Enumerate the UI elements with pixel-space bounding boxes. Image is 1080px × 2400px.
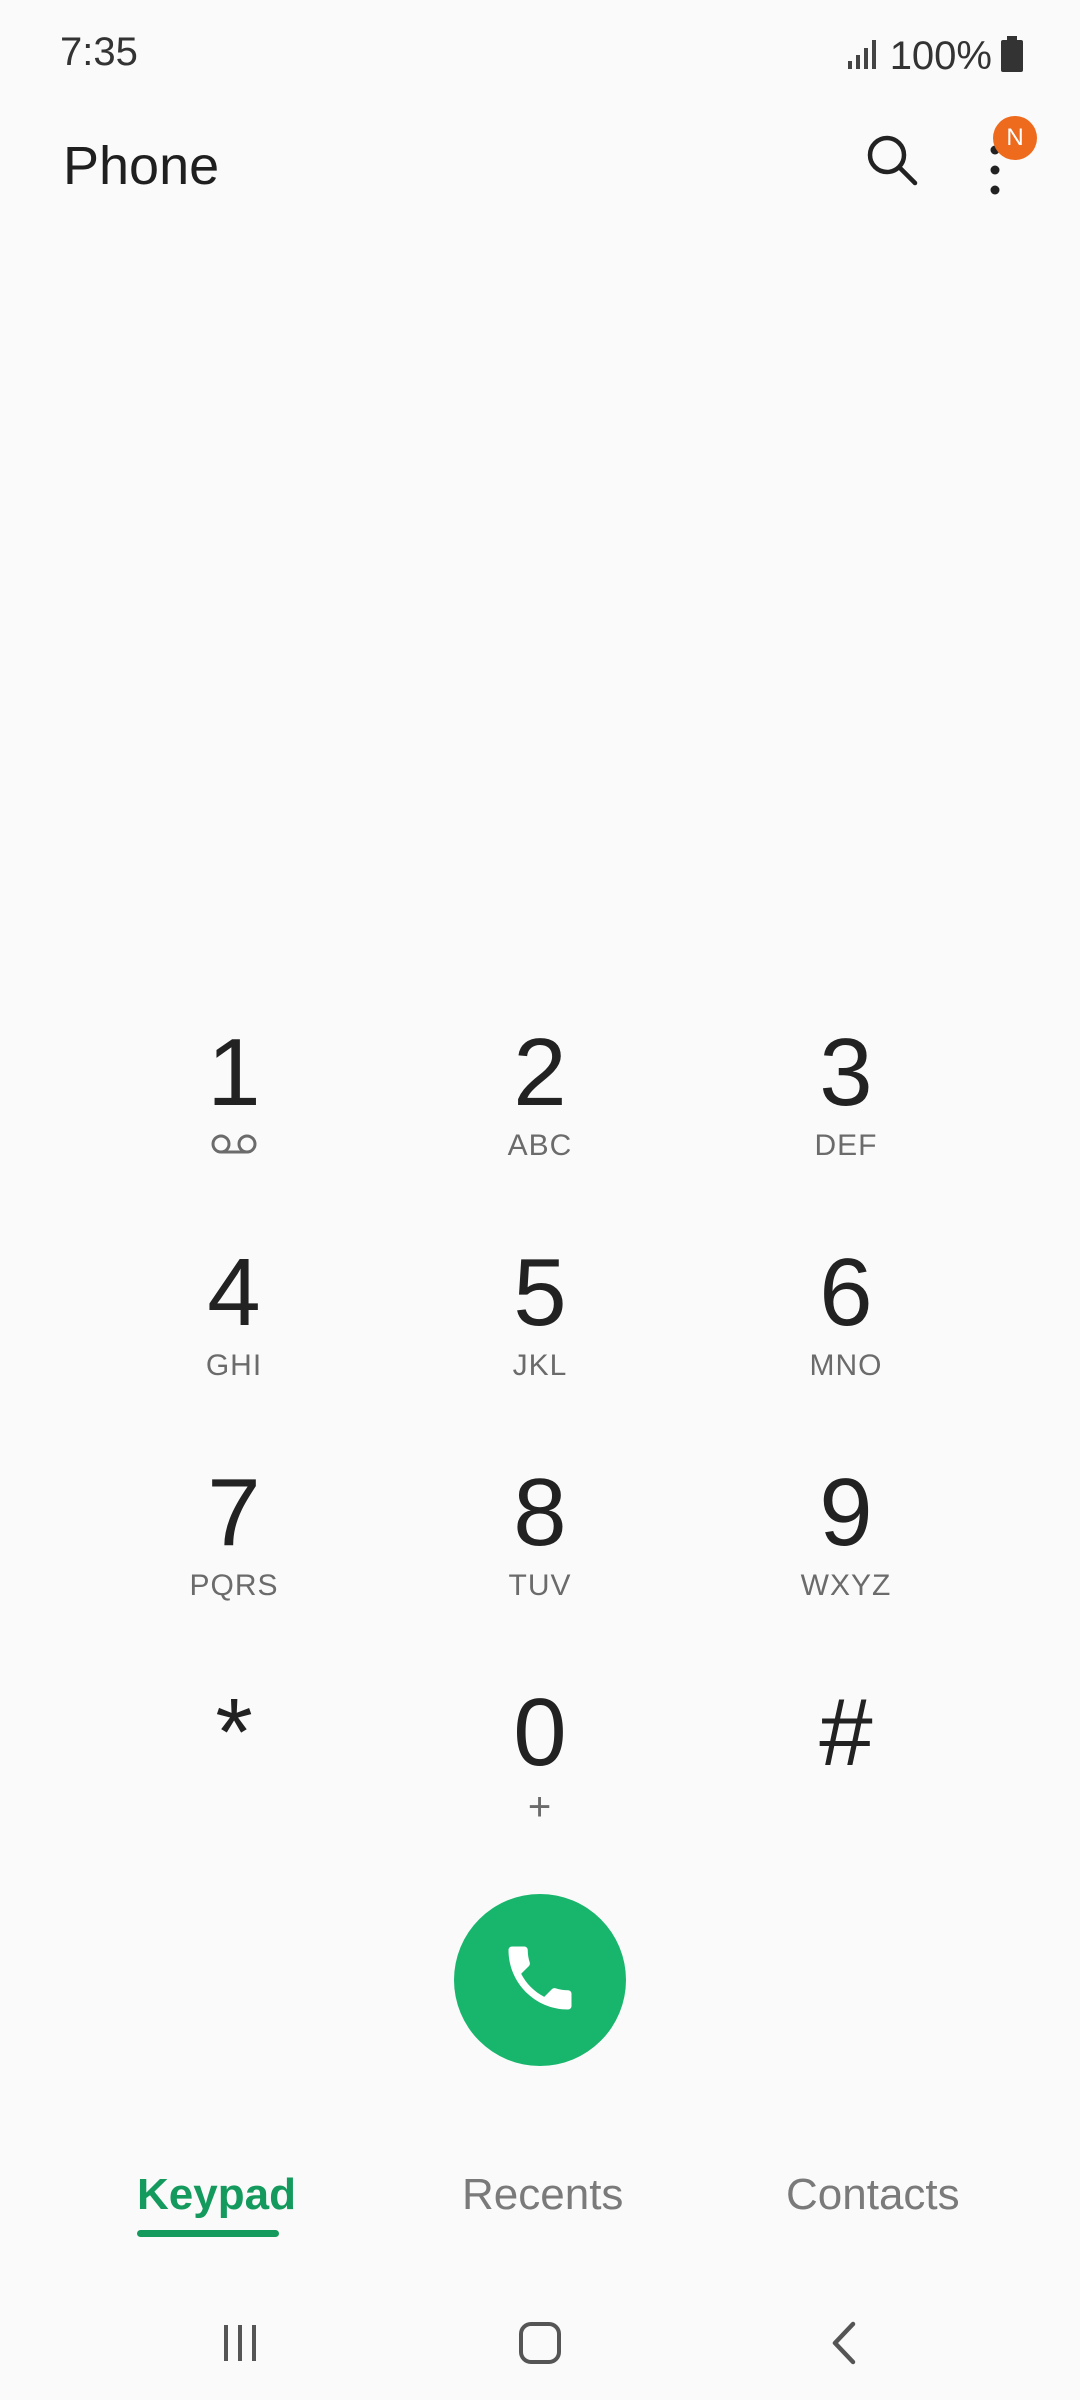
key-7[interactable]: 7 PQRS [81, 1445, 387, 1665]
back-icon [825, 2320, 865, 2371]
key-letters: PQRS [189, 1569, 279, 1602]
key-5[interactable]: 5 JKL [387, 1225, 693, 1445]
system-nav-bar [0, 2290, 1080, 2400]
recents-icon [218, 2321, 262, 2370]
battery-icon [1000, 35, 1024, 78]
key-4[interactable]: 4 GHI [81, 1225, 387, 1445]
key-digit: 4 [207, 1239, 261, 1346]
key-letters: DEF [814, 1129, 878, 1162]
recent-apps-button[interactable] [200, 2310, 280, 2380]
tab-recents[interactable]: Recents [462, 2170, 623, 2220]
key-letters: WXYZ [800, 1569, 892, 1602]
more-vert-icon [975, 145, 1025, 214]
key-hash[interactable]: # [693, 1665, 999, 1885]
signal-icon [846, 37, 882, 76]
key-digit: 8 [513, 1459, 567, 1566]
tab-contacts[interactable]: Contacts [786, 2170, 960, 2220]
page-title: Phone [63, 136, 220, 196]
key-3[interactable]: 3 DEF [693, 1005, 999, 1225]
key-letters: TUV [508, 1569, 572, 1602]
key-digit: 3 [819, 1019, 873, 1126]
key-digit: 5 [513, 1239, 567, 1346]
key-digit: 9 [819, 1459, 873, 1566]
search-button[interactable] [862, 130, 922, 190]
key-letters: + [527, 1785, 553, 1829]
key-digit: * [215, 1679, 253, 1786]
key-digit: # [819, 1679, 873, 1786]
key-2[interactable]: 2 ABC [387, 1005, 693, 1225]
key-digit: 7 [207, 1459, 261, 1566]
key-digit: 2 [513, 1019, 567, 1126]
home-button[interactable] [500, 2310, 580, 2380]
phone-icon [498, 1936, 582, 2025]
key-letters: ABC [507, 1129, 573, 1162]
back-button[interactable] [805, 2310, 885, 2380]
voicemail-icon [210, 1133, 258, 1163]
status-bar: 7:35 100% [0, 0, 1080, 110]
bottom-tabs: Keypad Recents Contacts [0, 2160, 1080, 2270]
key-digit: 0 [513, 1679, 567, 1786]
status-indicators: 100% [846, 28, 1024, 84]
key-8[interactable]: 8 TUV [387, 1445, 693, 1665]
notification-badge: N [993, 116, 1037, 160]
key-0[interactable]: 0 + [387, 1665, 693, 1885]
key-1[interactable]: 1 [81, 1005, 387, 1225]
home-icon [517, 2320, 563, 2371]
app-bar: Phone [0, 110, 1080, 220]
status-time: 7:35 [60, 30, 138, 74]
call-button[interactable] [454, 1894, 626, 2066]
key-digit: 6 [819, 1239, 873, 1346]
tab-keypad[interactable]: Keypad [137, 2170, 296, 2220]
key-letters: MNO [809, 1349, 883, 1382]
key-star[interactable]: * [81, 1665, 387, 1885]
key-letters: JKL [512, 1349, 568, 1382]
key-letters: GHI [205, 1349, 263, 1382]
key-digit: 1 [207, 1019, 261, 1126]
key-9[interactable]: 9 WXYZ [693, 1445, 999, 1665]
battery-percent: 100% [889, 33, 992, 78]
active-tab-indicator [137, 2230, 279, 2237]
key-6[interactable]: 6 MNO [693, 1225, 999, 1445]
search-icon [862, 135, 922, 194]
dial-keypad: 1 2 ABC 3 DEF 4 GHI 5 JKL 6 MNO 7 PQRS 8… [80, 1005, 1000, 1885]
